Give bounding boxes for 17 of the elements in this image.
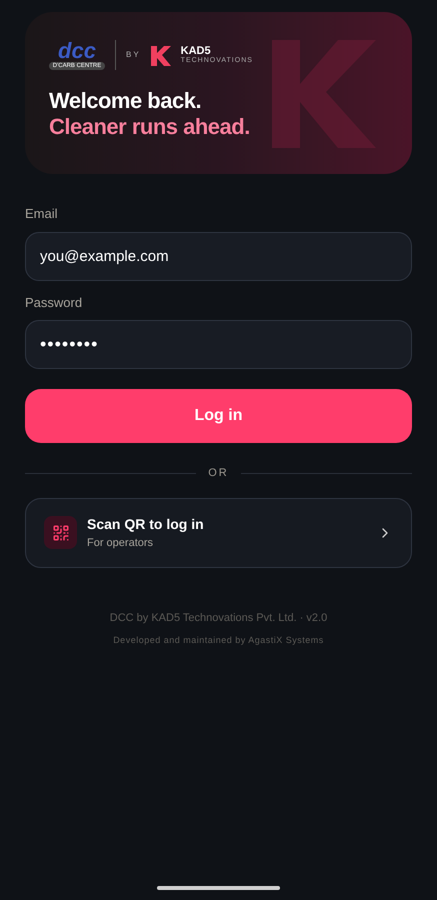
by-label: BY	[126, 49, 141, 61]
input-field[interactable]: ••••••••	[25, 320, 412, 369]
qr-login-button[interactable]: Scan QR to log in For operators	[25, 498, 412, 568]
welcome-title: Welcome back.	[49, 88, 202, 114]
welcome-subtitle: Cleaner runs ahead.	[49, 114, 251, 140]
divider-label: OR	[208, 466, 229, 481]
footer-copyright: DCC by KAD5 Technovations Pvt. Ltd. · v2.0	[110, 610, 328, 626]
input-field[interactable]: you@example.com	[25, 232, 412, 280]
logo-wordmark: dcc	[58, 40, 96, 62]
k-logo-icon	[150, 44, 171, 66]
field-label: Password	[25, 294, 84, 312]
brand-name: KAD5	[180, 46, 212, 57]
qr-title: Scan QR to log in	[87, 514, 205, 534]
field-label: Email	[25, 205, 59, 223]
qr-code-icon	[44, 516, 77, 549]
footer-credit: Developed and maintained by AgastiX Systems	[113, 634, 324, 647]
qr-subtitle: For operators	[87, 536, 154, 551]
